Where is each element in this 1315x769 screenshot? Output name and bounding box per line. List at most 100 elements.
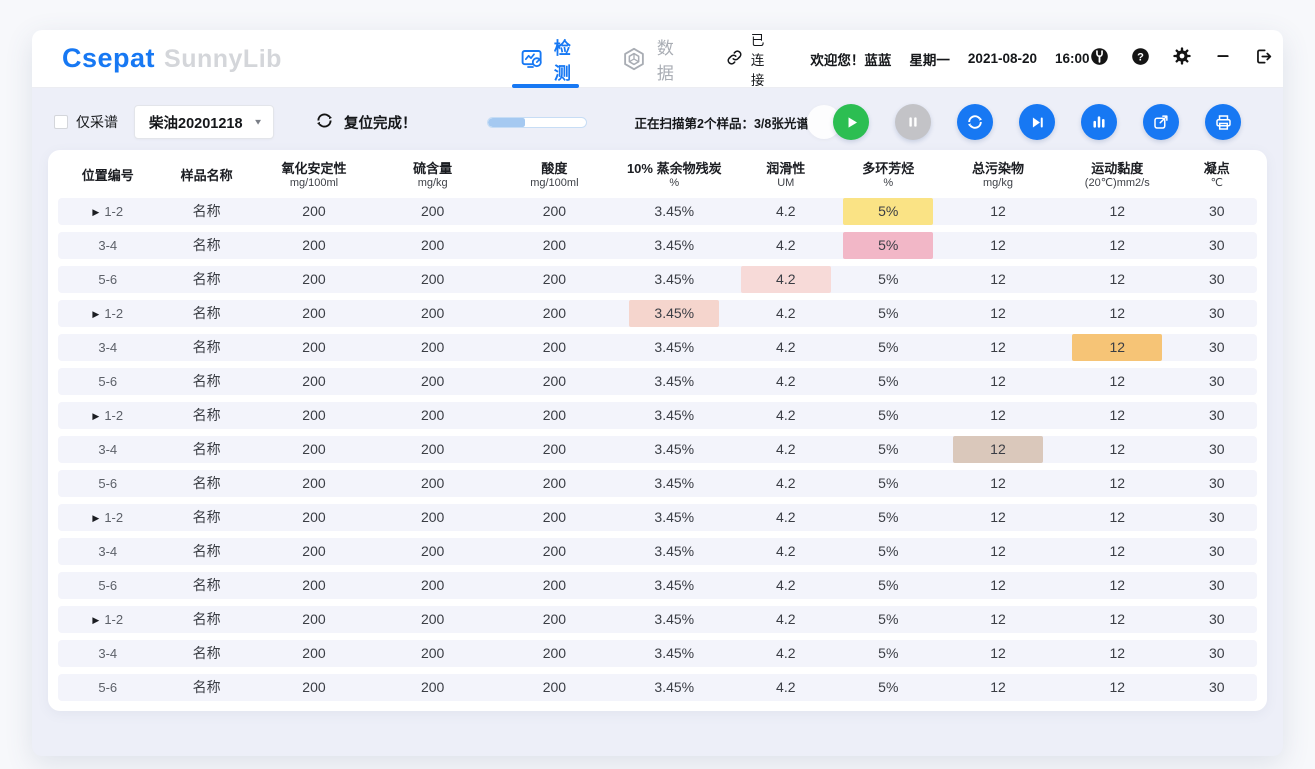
value-cell: 5%: [839, 606, 939, 633]
value-cell: 4.2: [733, 640, 839, 667]
sample-select[interactable]: 柴油20201218 ▼: [134, 105, 274, 139]
position-cell: 3-4: [58, 436, 158, 463]
pause-button[interactable]: [895, 104, 931, 140]
value-cell: 4.2: [733, 572, 839, 599]
table-row[interactable]: ▶1-2名称2002002003.45%4.25%121230: [58, 504, 1257, 531]
value-cell: 200: [372, 674, 493, 701]
value-cell: 200: [256, 538, 372, 565]
sample-select-value: 柴油20201218: [149, 112, 243, 133]
table-row[interactable]: 3-4名称2002002003.45%4.25%121230: [58, 232, 1257, 259]
tab-data-label: 数据: [657, 34, 674, 84]
position-label: 3-4: [98, 646, 117, 661]
reset-status-label: 复位完成！: [344, 112, 417, 133]
highlighted-value: 12: [953, 436, 1043, 463]
value-cell: 30: [1177, 368, 1257, 395]
column-header: 位置编号: [58, 168, 158, 184]
chart-button[interactable]: [1081, 104, 1117, 140]
value-cell: 名称: [158, 266, 256, 293]
value-cell: 3.45%: [616, 640, 734, 667]
app-logo: Csepat SunnyLib: [62, 43, 282, 74]
scan-progress-bar: [487, 117, 587, 128]
reset-refresh-icon: [314, 110, 335, 135]
only-spectrum-checkbox[interactable]: 仅采谱: [54, 112, 118, 132]
table-row[interactable]: 5-6名称2002002003.45%4.25%121230: [58, 368, 1257, 395]
table-row[interactable]: 3-4名称2002002003.45%4.25%121230: [58, 436, 1257, 463]
value-cell: 200: [372, 402, 493, 429]
settings-button[interactable]: [1172, 46, 1192, 71]
value-cell: 3.45%: [616, 606, 734, 633]
value-cell: 12: [938, 198, 1058, 225]
refresh-button[interactable]: [957, 104, 993, 140]
value-cell: 3.45%: [616, 504, 734, 531]
value-cell: 200: [372, 232, 493, 259]
exit-button[interactable]: [1254, 47, 1273, 71]
column-title: 凝点: [1177, 161, 1257, 177]
position-cell: ▶1-2: [58, 402, 158, 429]
tool-button[interactable]: [1090, 47, 1109, 71]
tab-data[interactable]: 数据: [621, 30, 674, 88]
value-cell: 12: [1058, 198, 1177, 225]
table-row[interactable]: 5-6名称2002002003.45%4.25%121230: [58, 470, 1257, 497]
value-cell: 200: [372, 538, 493, 565]
column-unit: (20℃)mm2/s: [1058, 177, 1177, 191]
value-cell: 5%: [839, 572, 939, 599]
gear-icon: [1172, 46, 1192, 71]
bar-chart-icon: [1090, 113, 1108, 131]
value-cell: 3.45%: [616, 334, 734, 361]
value-cell: 12: [1058, 232, 1177, 259]
minimize-button[interactable]: [1214, 47, 1232, 70]
column-unit: %: [839, 177, 939, 191]
position-cell: 3-4: [58, 538, 158, 565]
column-unit: mg/100ml: [493, 177, 615, 191]
expand-arrow-icon[interactable]: ▶: [92, 403, 99, 430]
value-cell: 200: [493, 368, 615, 395]
value-cell: 200: [372, 504, 493, 531]
tab-detection[interactable]: 检测: [520, 30, 571, 88]
question-circle-icon: ?: [1131, 47, 1150, 71]
position-label: 5-6: [98, 374, 117, 389]
top-bar: Csepat SunnyLib 检测 数据 已连接 欢迎您！蓝蓝 星期一 202…: [32, 30, 1283, 88]
expand-arrow-icon[interactable]: ▶: [92, 505, 99, 532]
value-cell: 3.45%: [616, 674, 734, 701]
table-row[interactable]: 3-4名称2002002003.45%4.25%121230: [58, 334, 1257, 361]
expand-arrow-icon[interactable]: ▶: [92, 301, 99, 328]
value-cell: 12: [1058, 674, 1177, 701]
value-cell: 名称: [158, 538, 256, 565]
table-row[interactable]: ▶1-2名称2002002003.45%4.25%121230: [58, 606, 1257, 633]
table-row[interactable]: 5-6名称2002002003.45%4.25%121230: [58, 572, 1257, 599]
value-cell: 12: [1058, 538, 1177, 565]
position-cell: 5-6: [58, 470, 158, 497]
next-button[interactable]: [1019, 104, 1055, 140]
value-cell: 12: [938, 402, 1058, 429]
expand-arrow-icon[interactable]: ▶: [92, 199, 99, 226]
value-cell: 4.2: [733, 368, 839, 395]
column-header: 凝点℃: [1177, 161, 1257, 191]
print-button[interactable]: [1205, 104, 1241, 140]
table-row[interactable]: ▶1-2名称2002002003.45%4.25%121230: [58, 198, 1257, 225]
column-header: 酸度mg/100ml: [493, 161, 615, 191]
value-cell: 4.2: [733, 606, 839, 633]
position-label: 5-6: [98, 680, 117, 695]
reset-status[interactable]: 复位完成！: [314, 110, 417, 135]
value-cell: 200: [372, 640, 493, 667]
table-row[interactable]: ▶1-2名称2002002003.45%4.25%121230: [58, 300, 1257, 327]
position-cell: 5-6: [58, 674, 158, 701]
value-cell: 名称: [158, 198, 256, 225]
value-cell: 30: [1177, 266, 1257, 293]
start-button[interactable]: [833, 104, 869, 140]
table-row[interactable]: 5-6名称2002002003.45%4.25%121230: [58, 266, 1257, 293]
table-row[interactable]: 5-6名称2002002003.45%4.25%121230: [58, 674, 1257, 701]
value-cell: 4.2: [733, 402, 839, 429]
value-cell: 200: [256, 606, 372, 633]
table-row[interactable]: ▶1-2名称2002002003.45%4.25%121230: [58, 402, 1257, 429]
table-row[interactable]: 3-4名称2002002003.45%4.25%121230: [58, 538, 1257, 565]
expand-arrow-icon[interactable]: ▶: [92, 607, 99, 634]
export-button[interactable]: [1143, 104, 1179, 140]
value-cell: 名称: [158, 572, 256, 599]
value-cell: 30: [1177, 470, 1257, 497]
help-button[interactable]: ?: [1131, 47, 1150, 71]
position-cell: 3-4: [58, 334, 158, 361]
value-cell: 30: [1177, 674, 1257, 701]
table-row[interactable]: 3-4名称2002002003.45%4.25%121230: [58, 640, 1257, 667]
checkbox-box-icon[interactable]: [54, 115, 68, 129]
